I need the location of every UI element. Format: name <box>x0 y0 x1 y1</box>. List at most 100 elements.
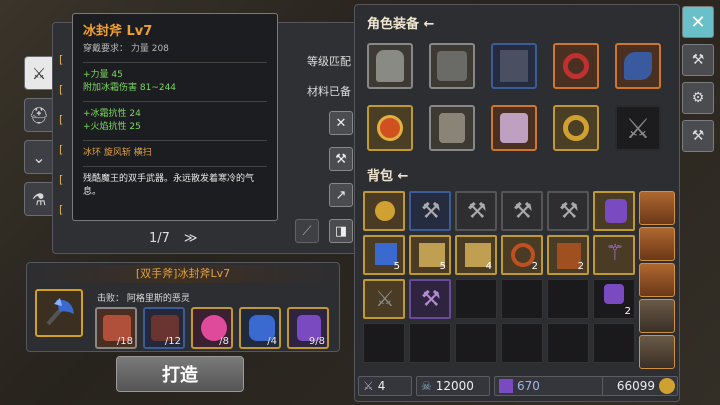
category-tabs: ⚔ ⛑ ⌄ ⚗ <box>24 56 54 224</box>
material-slot[interactable]: /8 <box>191 307 233 349</box>
spear-icon: ↗ <box>335 187 347 203</box>
bag-slot[interactable] <box>363 323 405 363</box>
sword-icon: ⚔ <box>375 287 395 312</box>
bag-slot[interactable] <box>547 279 589 319</box>
materials-ready-label: 材料已备 <box>307 85 351 98</box>
equip-slot-boots[interactable] <box>491 105 537 151</box>
bag-slot[interactable] <box>455 279 497 319</box>
storage-chest-button[interactable] <box>639 227 675 261</box>
equip-slot-weapon[interactable]: ⚔ <box>615 105 661 151</box>
axe-icon: ⚒ <box>421 199 441 224</box>
bag-slot[interactable]: 2 <box>593 279 635 319</box>
bag-slot[interactable]: ⚒ <box>409 279 451 319</box>
mace-icon: ⚒ <box>559 199 579 224</box>
material-count: /4 <box>267 336 277 347</box>
bag-slot[interactable] <box>455 323 497 363</box>
potion-category-tab[interactable]: ⚗ <box>24 182 54 216</box>
axe-filter-button[interactable]: ⚒ <box>329 147 353 171</box>
recipe-row[interactable]: [ <box>59 83 63 105</box>
item-count: 2 <box>624 306 631 317</box>
tooltip-divider <box>83 166 267 167</box>
purple-gem-icon <box>499 379 513 393</box>
bag-slot[interactable]: 2 <box>547 235 589 275</box>
equip-slot-gauntlet[interactable] <box>615 43 661 89</box>
bag-title: 背包 ← <box>367 169 409 184</box>
bag-slot[interactable] <box>593 323 635 363</box>
helmet-category-tab[interactable]: ⛑ <box>24 98 54 132</box>
bag-slot[interactable]: 2 <box>501 235 543 275</box>
staff-icon: ⚚ <box>605 241 625 266</box>
bag-slot[interactable] <box>363 191 405 231</box>
bag-slot[interactable]: ⚒ <box>547 191 589 231</box>
equip-slot-cloak[interactable] <box>491 43 537 89</box>
bag-slot[interactable]: ⚔ <box>363 279 405 319</box>
material-count: /8 <box>219 336 229 347</box>
necklace-category-tab[interactable]: ⌄ <box>24 140 54 174</box>
axe-icon: ⚒ <box>467 199 487 224</box>
salvage-tab-button[interactable]: ⚒ <box>682 120 714 152</box>
close-button[interactable]: ✕ <box>682 6 714 38</box>
storage-chest-button[interactable] <box>639 335 675 369</box>
craft-tab-button[interactable]: ⚒ <box>682 44 714 76</box>
equip-slot-ring2[interactable] <box>553 105 599 151</box>
material-slot[interactable]: 9/8 <box>287 307 329 349</box>
spear-filter-button[interactable]: ↗ <box>329 183 353 207</box>
ring-icon <box>563 53 589 79</box>
bag-slot[interactable]: 5 <box>409 235 451 275</box>
storage-chest-button[interactable] <box>639 263 675 297</box>
equip-slot-amulet[interactable] <box>367 105 413 151</box>
next-page-icon[interactable]: ≫ <box>184 231 198 246</box>
recipe-row[interactable]: [ <box>59 53 63 75</box>
crossed-swords-icon: ⚔ <box>363 379 374 393</box>
recipe-row[interactable]: [ <box>59 113 63 135</box>
bag-slot[interactable] <box>547 323 589 363</box>
shield-filter-button[interactable]: ◨ <box>329 219 353 243</box>
storage-chest-button[interactable] <box>639 299 675 333</box>
crafted-item-slot[interactable] <box>35 289 83 337</box>
soul-value: 12000 <box>435 379 474 393</box>
recipe-row[interactable]: [ <box>59 143 63 165</box>
material-slot[interactable]: /4 <box>239 307 281 349</box>
material-slot[interactable]: /12 <box>143 307 185 349</box>
craft-detail-box: [双手斧]冰封斧Lv7 击败： 阿格里斯的恶灵 /18 /12 /8 /4 9/… <box>26 262 340 352</box>
helmet-icon: ⛑ <box>28 105 50 125</box>
side-menu: ✕ ⚒ ⚙ ⚒ <box>682 6 716 158</box>
bow-filter-button[interactable]: ⟋ <box>295 219 319 243</box>
recipe-row[interactable]: [ <box>59 173 63 195</box>
bag-slot[interactable]: 5 <box>363 235 405 275</box>
bag-slot[interactable]: ⚒ <box>455 191 497 231</box>
equip-slot-gloves[interactable] <box>429 105 475 151</box>
equip-slot-armor[interactable] <box>429 43 475 89</box>
material-slot[interactable]: /18 <box>95 307 137 349</box>
bag-slot[interactable]: 4 <box>455 235 497 275</box>
helmet-icon <box>376 50 404 82</box>
sword-category-tab[interactable]: ⚔ <box>24 56 54 90</box>
sword-icon: ⚔ <box>31 63 47 83</box>
ice-axe-icon <box>46 298 74 326</box>
gloves-icon <box>439 113 465 143</box>
tooltip-divider <box>83 62 267 63</box>
storage-chest-button[interactable] <box>639 191 675 225</box>
axes-filter-button[interactable]: ✕ <box>329 111 353 135</box>
bag-slot[interactable] <box>593 191 635 231</box>
inventory-panel: 角色装备 ← ⚔ 背包 ← ⚒ ⚒ ⚒ ⚒ 5 5 4 2 2 ⚚ ⚔ ⚒ 2 <box>354 4 680 402</box>
enchant-tab-button[interactable]: ⚙ <box>682 82 714 114</box>
material-count: /18 <box>116 336 133 347</box>
bag-slot[interactable] <box>501 323 543 363</box>
purple-gem-icon <box>605 199 627 223</box>
potion-icon: ⚗ <box>31 189 47 209</box>
recipe-row[interactable]: [ <box>59 203 63 225</box>
bag-slot[interactable]: ⚒ <box>501 191 543 231</box>
bag-slot[interactable]: ⚒ <box>409 191 451 231</box>
bag-slot[interactable]: ⚚ <box>593 235 635 275</box>
axe-icon: ⚒ <box>335 151 347 167</box>
purple-gem-icon <box>604 284 624 304</box>
equip-slot-ring[interactable] <box>553 43 599 89</box>
tooltip-stat-damage: 附加冰霜伤害 81~244 <box>83 83 177 93</box>
equip-slot-helmet[interactable] <box>367 43 413 89</box>
bag-slot[interactable] <box>501 279 543 319</box>
craft-item-title: [双手斧]冰封斧Lv7 <box>27 265 339 283</box>
bag-slot[interactable] <box>409 323 451 363</box>
forge-button[interactable]: 打造 <box>116 356 244 392</box>
item-count: 5 <box>393 261 400 272</box>
